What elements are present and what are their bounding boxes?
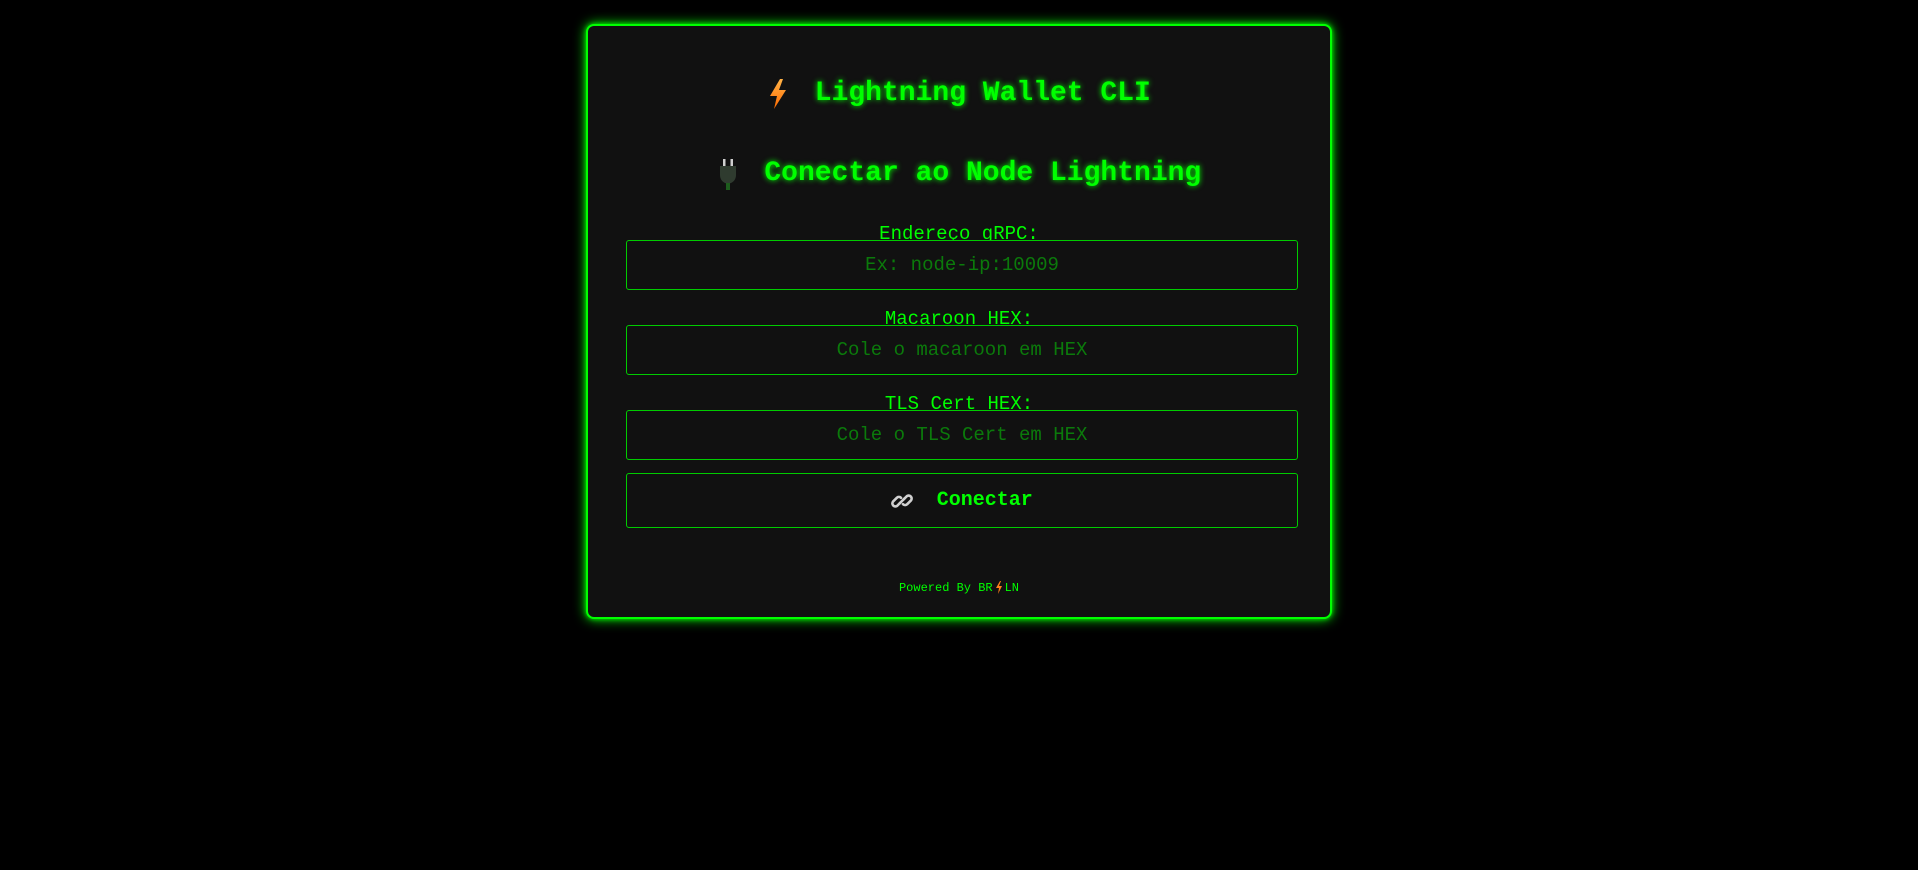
plug-icon <box>719 159 736 190</box>
link-icon <box>891 493 914 508</box>
app-title: Lightning Wallet CLI <box>588 74 1330 114</box>
powered-by-text: Powered By BR <box>898 581 993 595</box>
lightning-bolt-icon <box>995 581 1002 595</box>
lightning-bolt-icon <box>770 79 787 109</box>
connect-button[interactable]: Conectar <box>626 473 1298 528</box>
grpc-address-input[interactable] <box>626 240 1298 290</box>
form-heading-text: Conectar ao Node Lightning <box>764 158 1202 189</box>
footer: Powered By BR LN <box>588 578 1330 598</box>
form-heading: Conectar ao Node Lightning <box>588 154 1330 194</box>
app-title-text: Lightning Wallet CLI <box>814 78 1151 109</box>
macaroon-hex-input[interactable] <box>626 325 1298 375</box>
connect-card: Lightning Wallet CLI Conectar ao Node Li… <box>586 24 1332 619</box>
tls-cert-hex-input[interactable] <box>626 410 1298 460</box>
footer-suffix: LN <box>1004 581 1020 595</box>
page: Lightning Wallet CLI Conectar ao Node Li… <box>0 0 1918 870</box>
connect-button-label: Conectar <box>936 489 1033 512</box>
